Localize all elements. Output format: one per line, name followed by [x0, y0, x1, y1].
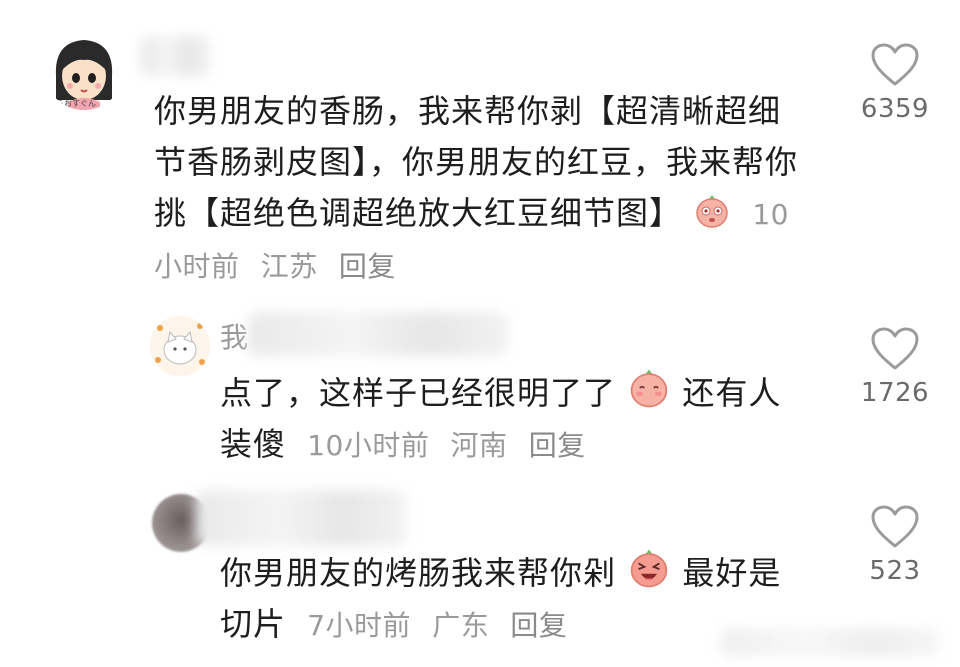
comment-text: 你男朋友的烤肠我来帮你剁 — [220, 554, 617, 592]
comment-time: 7小时前 — [307, 609, 412, 642]
nickname-obscured — [140, 36, 210, 76]
heart-outline-icon — [871, 327, 919, 370]
nickname[interactable]: 我 — [220, 316, 248, 356]
comment-location: 江苏 — [260, 250, 318, 283]
avatar[interactable] — [150, 316, 210, 376]
heart-outline-icon — [871, 43, 919, 86]
like-count: 523 — [869, 556, 921, 586]
like-count: 6359 — [860, 94, 930, 124]
avatar-cat-illustration — [150, 316, 210, 376]
like-button[interactable]: 1726 — [850, 326, 940, 408]
reply-button[interactable]: 回复 — [510, 609, 567, 642]
like-button[interactable]: 523 — [850, 504, 940, 586]
nickname-obscured — [196, 490, 406, 546]
nickname-obscured — [248, 312, 508, 356]
comment-location: 河南 — [450, 429, 508, 462]
avatar-girl-illustration: ららおすぐん — [44, 30, 124, 110]
reply-button[interactable]: 回复 — [529, 429, 586, 462]
blush-emoji-icon — [693, 192, 731, 230]
reply-button[interactable]: 回复 — [339, 250, 396, 283]
like-button[interactable]: 6359 — [850, 42, 940, 124]
comment-location: 广东 — [432, 609, 490, 642]
comment-body: 点了，这样子已经很明了了 还有人装傻 10小时前 河南 回复 — [220, 366, 810, 471]
watermark-obscured — [720, 628, 940, 656]
laughing-emoji-icon — [627, 546, 671, 590]
avatar-caption: ららおすぐん — [48, 99, 96, 108]
avatar[interactable]: ららおすぐん — [44, 30, 124, 110]
comment-text: 点了，这样子已经很明了了 — [220, 374, 617, 412]
comment-body: 你男朋友的香肠，我来帮你剥【超清晰超细节香肠剥皮图】，你男朋友的红豆，我来帮你挑… — [154, 86, 804, 292]
comment-time: 10小时前 — [307, 429, 430, 462]
heart-outline-icon — [871, 505, 919, 548]
blush-emoji-icon — [627, 366, 671, 410]
like-count: 1726 — [860, 378, 930, 408]
